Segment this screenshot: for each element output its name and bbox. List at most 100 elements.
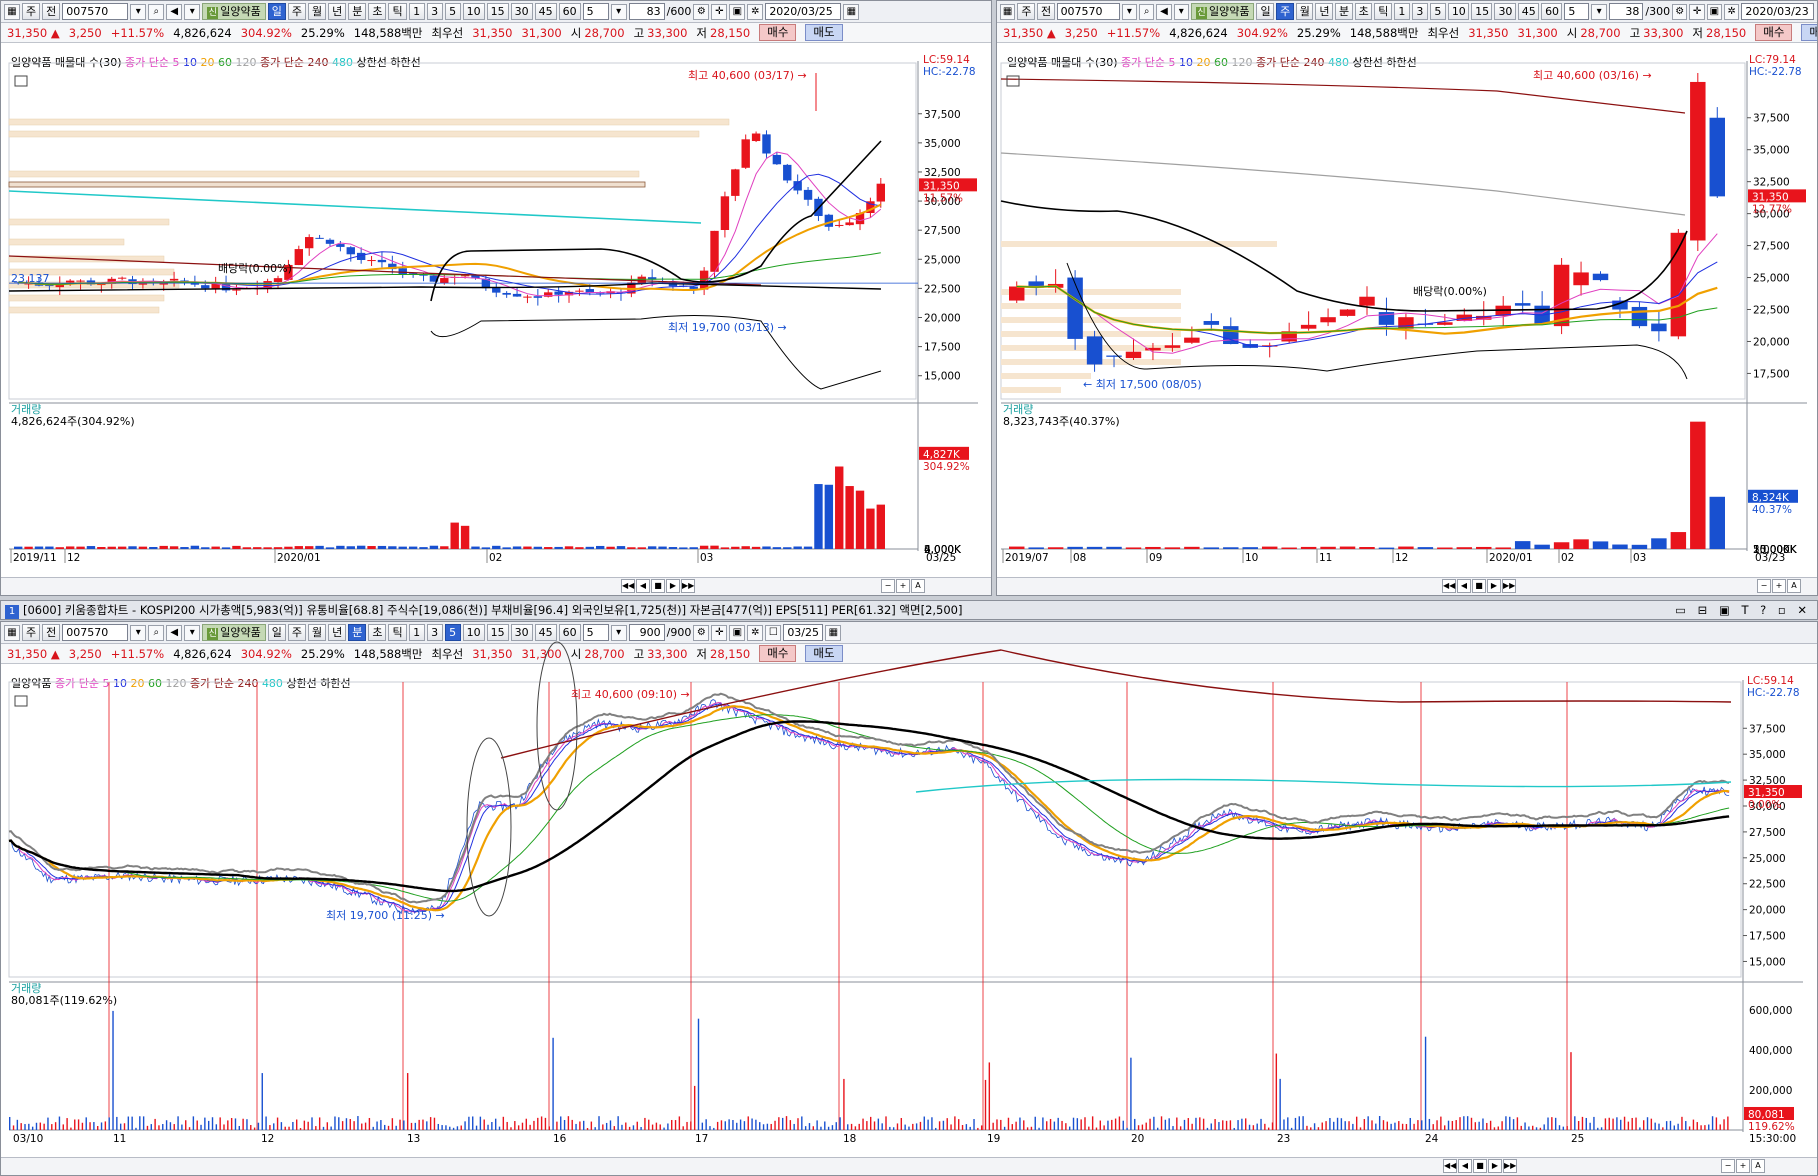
volume-bar <box>204 1117 206 1130</box>
candle-body <box>169 278 179 281</box>
volume-bar <box>881 1123 883 1130</box>
window-controls[interactable]: ▭ ⊟ ▣ T ? ▫ ✕ <box>1675 601 1811 619</box>
volume-bar <box>751 546 761 549</box>
volume-bar <box>223 1124 225 1130</box>
volume-bar <box>835 1122 837 1130</box>
volume-bar <box>346 546 355 549</box>
x-tick-label: 03 <box>700 552 713 564</box>
next-icon[interactable]: ▶ <box>666 579 680 593</box>
volume-bar <box>900 1118 903 1130</box>
volume-bar <box>1612 544 1628 549</box>
stop-icon[interactable]: ■ <box>1473 1159 1487 1173</box>
volume-bar <box>1095 1127 1098 1130</box>
y-tick-label: 20,000 <box>1753 336 1790 348</box>
volume-bar <box>81 1122 84 1130</box>
volume-bar <box>1696 1122 1698 1130</box>
next-icon[interactable]: ▶ <box>1488 1159 1502 1173</box>
volume-bar <box>1553 542 1570 549</box>
font-icon[interactable]: A <box>911 579 925 593</box>
font-icon[interactable]: A <box>1787 579 1801 593</box>
volume-bar <box>1493 1127 1496 1130</box>
volume-bar <box>1547 1117 1549 1130</box>
volume-profile-bar <box>8 181 646 188</box>
ma240-line <box>1000 78 1686 114</box>
volume-bar <box>1047 547 1064 549</box>
weekly-price-chart[interactable]: 37,50035,00032,50030,00027,50025,00022,5… <box>997 1 1818 596</box>
volume-bar <box>1187 1118 1190 1130</box>
stop-icon[interactable]: ■ <box>1472 579 1486 593</box>
volume-bar <box>517 1125 520 1130</box>
volume-bar <box>1367 1116 1369 1130</box>
x-tick-label: 23 <box>1277 1133 1290 1145</box>
volume-bar <box>1612 1118 1614 1130</box>
daily-price-chart[interactable]: 37,50035,00032,50030,00027,50025,00022,5… <box>1 1 992 596</box>
volume-bar <box>483 1119 485 1130</box>
volume-bar <box>257 1122 260 1130</box>
zoom-in-icon[interactable]: + <box>1736 1159 1750 1173</box>
volume-bar <box>1242 547 1258 549</box>
volume-bar <box>1114 1118 1117 1130</box>
volume-bar <box>159 545 168 549</box>
y-tick-label: 37,500 <box>1749 723 1786 735</box>
last-icon[interactable]: ▶▶ <box>1503 1159 1517 1173</box>
zoom-out-icon[interactable]: − <box>1757 579 1771 593</box>
volume-bar <box>1708 1124 1710 1130</box>
volume-bar <box>1562 1126 1565 1130</box>
volume-bar <box>762 1124 765 1130</box>
volume-bar <box>39 1122 42 1130</box>
volume-bar <box>1359 547 1375 549</box>
stop-icon[interactable]: ■ <box>651 579 665 593</box>
last-icon[interactable]: ▶▶ <box>1502 579 1516 593</box>
volume-bar <box>1709 496 1725 549</box>
volume-bar <box>325 547 335 549</box>
volume-bar <box>1321 1122 1323 1130</box>
volume-bar <box>552 1037 554 1130</box>
volume-bar <box>491 1122 493 1130</box>
volume-bar <box>778 1117 780 1130</box>
volume-bar <box>1275 1053 1278 1130</box>
volume-bar <box>575 1123 577 1130</box>
volume-bar <box>854 1126 857 1130</box>
volume-bar <box>211 1117 214 1130</box>
daily-bottom-bar <box>1 577 991 595</box>
minute-price-chart[interactable]: 37,50035,00032,50030,00027,50025,00022,5… <box>1 622 1818 1176</box>
x-tick-label: 2020/01 <box>277 552 321 564</box>
volume-bar <box>16 1119 19 1130</box>
volume-bar <box>177 1116 179 1130</box>
volume-bar <box>494 1118 497 1130</box>
prev-icon[interactable]: ◀ <box>636 579 650 593</box>
volume-bar <box>766 1123 769 1130</box>
first-icon[interactable]: ◀◀ <box>621 579 635 593</box>
volume-bar <box>437 1123 439 1130</box>
volume-bar <box>992 1122 994 1130</box>
zoom-in-icon[interactable]: + <box>1772 579 1786 593</box>
zoom-in-icon[interactable]: + <box>896 579 910 593</box>
volume-bar <box>180 547 189 549</box>
volume-bar <box>192 1116 195 1130</box>
volume-bar <box>1727 1116 1729 1130</box>
next-icon[interactable]: ▶ <box>1487 579 1501 593</box>
volume-bar <box>207 1120 210 1130</box>
volume-bar <box>839 1117 841 1130</box>
volume-bar <box>873 1121 876 1130</box>
volume-bar <box>1658 1123 1660 1130</box>
candle-body <box>720 196 730 230</box>
volume-bar <box>1662 1127 1664 1130</box>
volume-bar <box>1336 1117 1339 1130</box>
y-tick-label: 25,000 <box>1749 853 1786 865</box>
volume-bar <box>1651 538 1667 549</box>
prev-icon[interactable]: ◀ <box>1458 1159 1472 1173</box>
first-icon[interactable]: ◀◀ <box>1443 1159 1457 1173</box>
volume-bar <box>315 1126 317 1130</box>
font-icon[interactable]: A <box>1751 1159 1765 1173</box>
volume-bar <box>1405 1123 1408 1130</box>
volume-bar <box>1222 1120 1224 1130</box>
candle-body <box>533 296 543 298</box>
last-icon[interactable]: ▶▶ <box>681 579 695 593</box>
volume-bar <box>1264 1123 1266 1130</box>
zoom-out-icon[interactable]: − <box>881 579 895 593</box>
prev-icon[interactable]: ◀ <box>1457 579 1471 593</box>
volume-bar <box>367 546 376 549</box>
first-icon[interactable]: ◀◀ <box>1442 579 1456 593</box>
zoom-out-icon[interactable]: − <box>1721 1159 1735 1173</box>
